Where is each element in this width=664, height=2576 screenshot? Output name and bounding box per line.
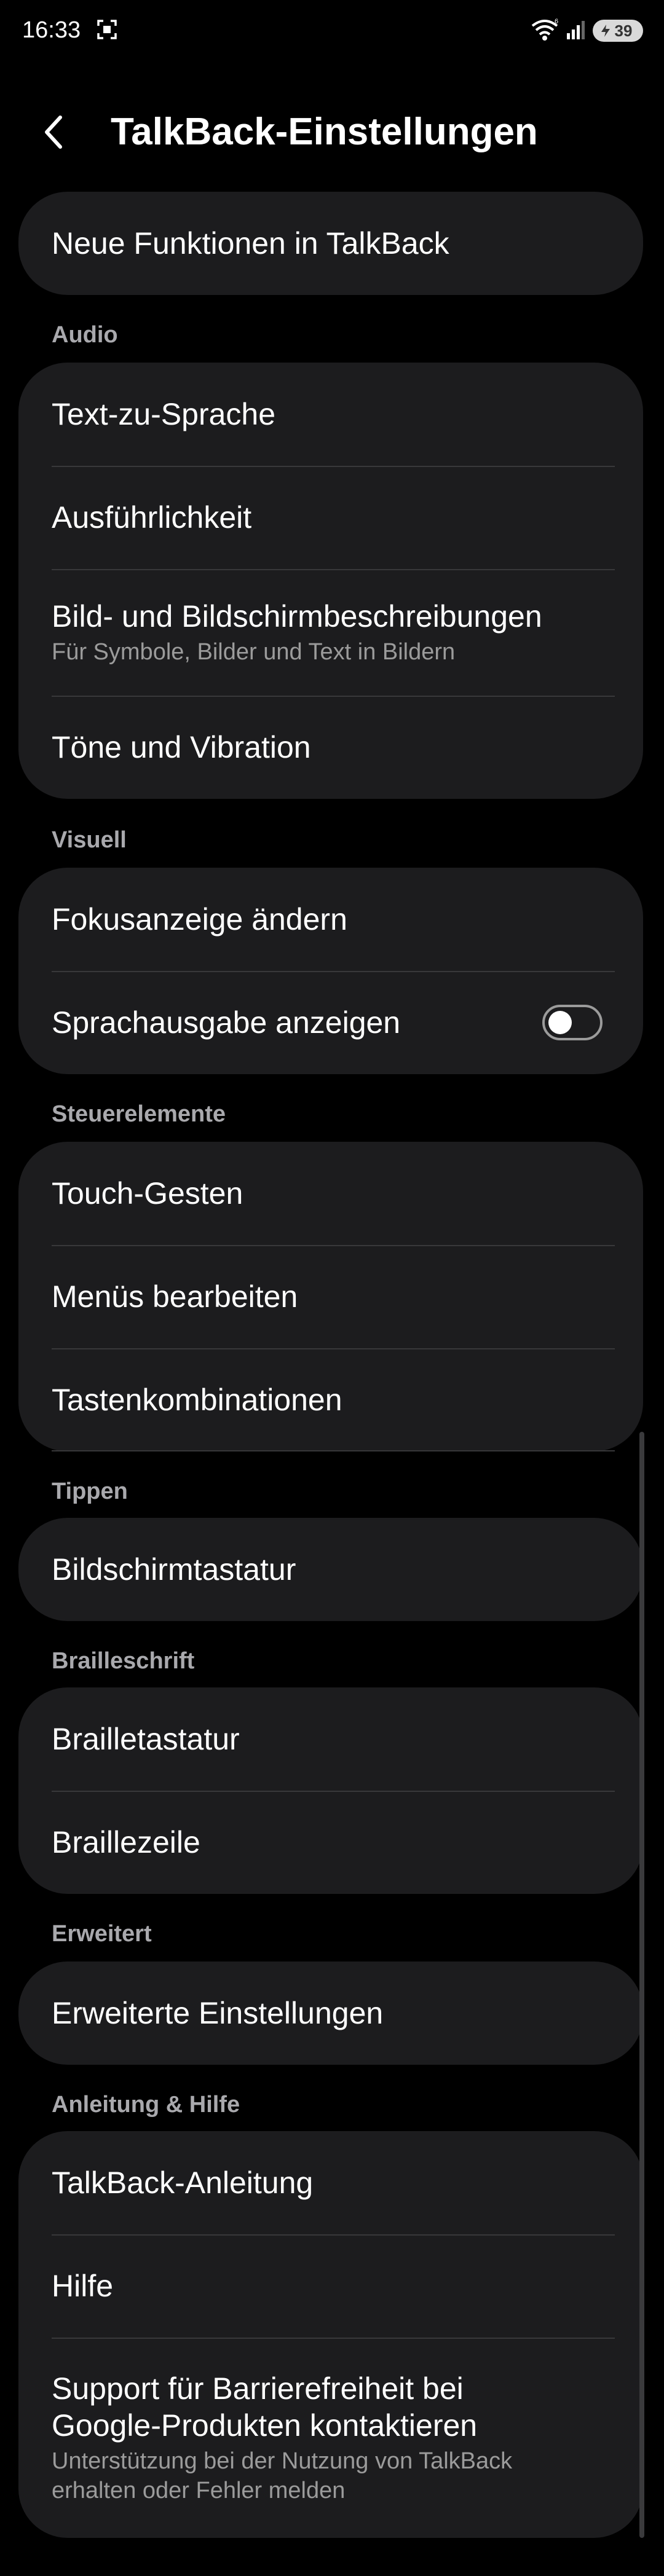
list-item-menues-bearbeiten[interactable]: Menüs bearbeiten	[18, 1245, 643, 1348]
list-item-title: Erweiterte Einstellungen	[52, 1996, 384, 2030]
wifi-icon: 6	[530, 17, 559, 45]
status-bar: 16:33 6 39	[0, 0, 664, 61]
section-header-visuell: Visuell	[52, 827, 127, 853]
screenshot-icon	[96, 18, 118, 41]
list-item-title: Töne und Vibration	[52, 730, 311, 764]
app-bar: TalkBack-Einstellungen	[0, 92, 664, 172]
list-item-title: Hilfe	[52, 2269, 114, 2303]
tippen-card: Bildschirmtastatur	[18, 1518, 643, 1621]
list-item-subtitle: Für Symbole, Bilder und Text in Bildern	[52, 639, 456, 665]
list-item-sprachausgabe-anzeigen[interactable]: Sprachausgabe anzeigen	[18, 971, 643, 1074]
section-header-steuerelemente: Steuerelemente	[52, 1101, 226, 1127]
list-item-tastenkombinationen[interactable]: Tastenkombinationen	[18, 1348, 643, 1451]
list-item-ausfuehrlichkeit[interactable]: Ausführlichkeit	[18, 466, 643, 569]
list-item-title: Support für Barrierefreiheit bei Google-…	[52, 2371, 478, 2443]
status-time: 16:33	[22, 17, 81, 43]
list-item-fokusanzeige[interactable]: Fokusanzeige ändern	[18, 868, 643, 971]
list-item-title: Touch-Gesten	[52, 1176, 243, 1211]
list-item-title: Neue Funktionen in TalkBack	[52, 226, 449, 261]
list-item-toene-vibration[interactable]: Töne und Vibration	[18, 696, 643, 799]
list-item-title: Brailletastatur	[52, 1722, 240, 1756]
charging-bolt-icon	[601, 25, 610, 37]
list-item-brailletastatur[interactable]: Brailletastatur	[18, 1687, 643, 1791]
list-item-bildbeschreibungen[interactable]: Bild- und Bildschirmbeschreibungen Für S…	[18, 569, 643, 696]
list-item-talkback-anleitung[interactable]: TalkBack-Anleitung	[18, 2131, 643, 2234]
list-item-text-zu-sprache[interactable]: Text-zu-Sprache	[18, 363, 643, 466]
steuerelemente-card: Touch-Gesten Menüs bearbeiten Tastenkomb…	[18, 1142, 643, 1451]
new-features-card: Neue Funktionen in TalkBack	[18, 192, 643, 295]
status-icons: 6 39	[530, 18, 643, 43]
back-arrow-icon	[45, 116, 62, 149]
section-header-brailleschrift: Brailleschrift	[52, 1648, 195, 1674]
list-item-support-kontakt[interactable]: Support für Barrierefreiheit bei Google-…	[18, 2338, 643, 2538]
section-header-anleitung-hilfe: Anleitung & Hilfe	[52, 2092, 240, 2118]
list-item-neue-funktionen[interactable]: Neue Funktionen in TalkBack	[18, 192, 643, 295]
section-header-tippen: Tippen	[52, 1478, 128, 1504]
list-item-title: Menüs bearbeiten	[52, 1279, 298, 1314]
scrollbar[interactable]	[639, 1432, 644, 2538]
list-item-braillezeile[interactable]: Braillezeile	[18, 1791, 643, 1894]
toggle-knob	[548, 1011, 572, 1034]
hilfe-card: TalkBack-Anleitung Hilfe Support für Bar…	[18, 2131, 643, 2538]
screen: 16:33 6 39 TalkBack-Einstellungen Neue F…	[0, 0, 664, 2576]
list-item-title: TalkBack-Anleitung	[52, 2166, 314, 2200]
section-header-erweitert: Erweitert	[52, 1921, 152, 1947]
list-item-bildschirmtastatur[interactable]: Bildschirmtastatur	[18, 1518, 643, 1621]
back-button[interactable]	[41, 111, 90, 154]
list-item-title: Bildschirmtastatur	[52, 1552, 296, 1587]
audio-card: Text-zu-Sprache Ausführlichkeit Bild- un…	[18, 363, 643, 799]
erweitert-card: Erweiterte Einstellungen	[18, 1961, 643, 2065]
visuell-card: Fokusanzeige ändern Sprachausgabe anzeig…	[18, 868, 643, 1074]
section-header-audio: Audio	[52, 322, 118, 348]
battery-level: 39	[614, 21, 633, 40]
list-item-erweiterte-einstellungen[interactable]: Erweiterte Einstellungen	[18, 1961, 643, 2065]
page-title: TalkBack-Einstellungen	[111, 111, 538, 153]
list-item-title: Bild- und Bildschirmbeschreibungen	[52, 599, 542, 634]
list-item-title: Tastenkombinationen	[52, 1383, 342, 1417]
list-item-touch-gesten[interactable]: Touch-Gesten	[18, 1142, 643, 1245]
list-item-hilfe[interactable]: Hilfe	[18, 2234, 643, 2338]
sprachausgabe-toggle[interactable]	[542, 1005, 603, 1040]
svg-text:6: 6	[555, 18, 558, 25]
battery-icon: 39	[593, 20, 643, 42]
signal-icon	[566, 18, 587, 44]
brailleschrift-card: Brailletastatur Braillezeile	[18, 1687, 643, 1894]
list-item-title: Sprachausgabe anzeigen	[52, 1005, 401, 1040]
list-item-title: Fokusanzeige ändern	[52, 902, 347, 937]
list-item-title: Ausführlichkeit	[52, 500, 252, 535]
list-item-title: Braillezeile	[52, 1825, 200, 1859]
list-item-subtitle: Unterstützung bei der Nutzung von TalkBa…	[52, 2448, 513, 2503]
divider	[52, 1450, 615, 1451]
list-item-title: Text-zu-Sprache	[52, 397, 276, 431]
